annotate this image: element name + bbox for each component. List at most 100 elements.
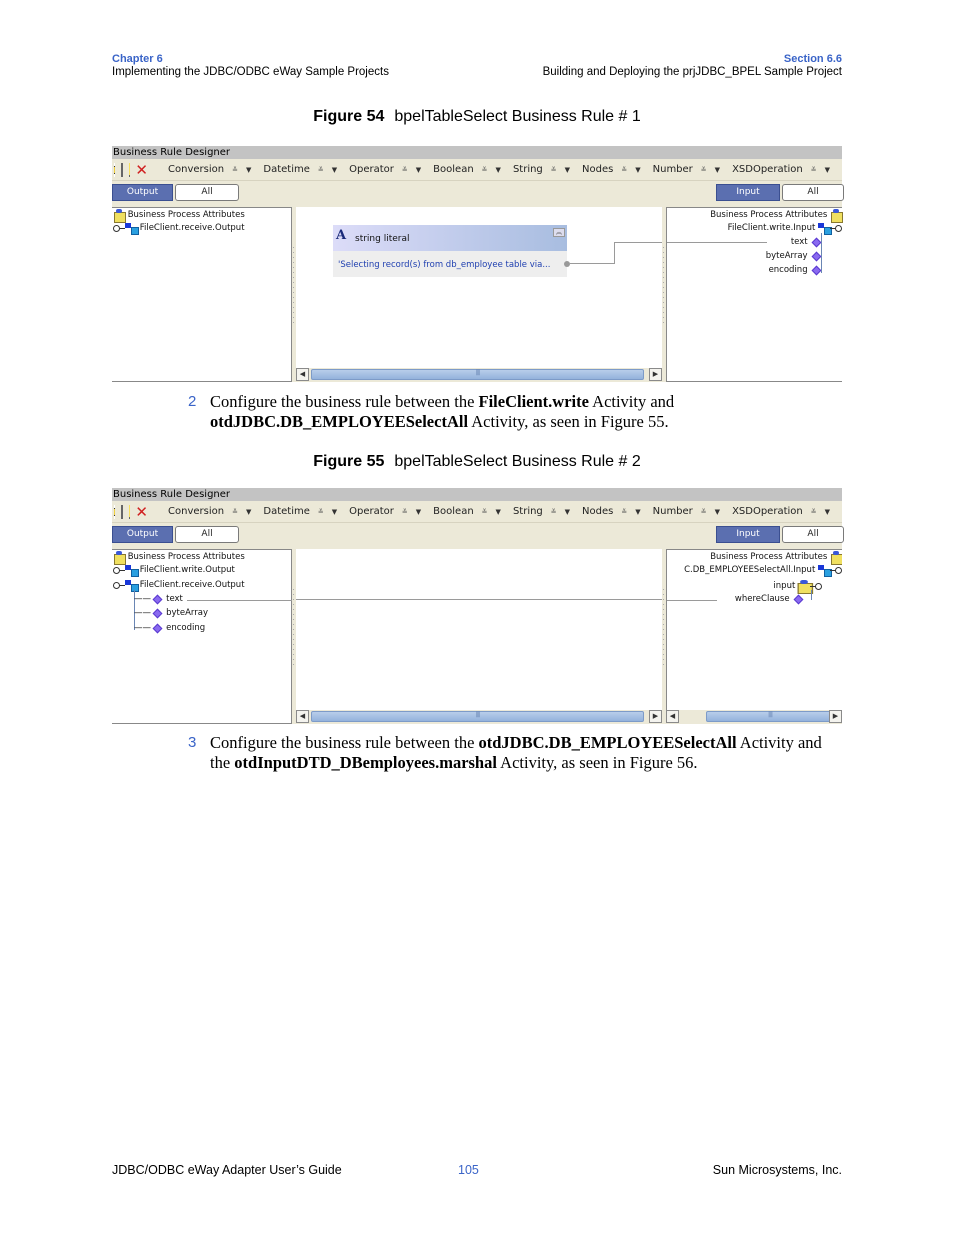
tab-input[interactable]: Input: [716, 184, 780, 201]
menu-boolean[interactable]: Boolean ≚ ▼: [433, 164, 501, 175]
tree-row[interactable]: text: [791, 237, 822, 247]
horizontal-scrollbar[interactable]: ◀ ▶: [296, 710, 662, 723]
attribute-icon: [152, 623, 163, 633]
tree-row[interactable]: encoding: [769, 265, 822, 275]
node-icon: [818, 223, 832, 235]
menu-boolean[interactable]: Boolean ≚ ▼: [433, 506, 501, 517]
menu-string[interactable]: String ≚ ▼: [513, 506, 570, 517]
menu-xsdoperation[interactable]: XSDOperation ≚ ▼: [732, 164, 830, 175]
tree-row[interactable]: whereClause: [735, 594, 804, 604]
menu-nodes[interactable]: Nodes ≚ ▼: [582, 164, 641, 175]
tab-all-right[interactable]: All: [782, 526, 844, 543]
chevron-down-icon: ▼: [331, 507, 338, 516]
node-icon: [125, 565, 139, 577]
chevron-down-icon: ▼: [635, 507, 641, 516]
collapse-icon[interactable]: [128, 504, 130, 519]
delete-icon[interactable]: ✕: [135, 504, 148, 519]
tree-row[interactable]: —— encoding: [134, 623, 205, 633]
tree-row[interactable]: FileClient.receive.Output: [113, 223, 245, 235]
attribute-icon: [793, 594, 804, 604]
scroll-thumb[interactable]: [706, 711, 834, 722]
tree-row[interactable]: Business Process Attributes: [710, 209, 843, 223]
scroll-left-button[interactable]: ◀: [296, 368, 309, 381]
node-icon: [125, 580, 139, 592]
tree-row[interactable]: Business Process Attributes: [113, 551, 245, 565]
mapping-link: [296, 599, 662, 600]
menu-conversion[interactable]: Conversion ≚ ▼: [168, 506, 251, 517]
tree-row[interactable]: input: [773, 580, 822, 594]
tree-row[interactable]: byteArray: [766, 251, 822, 261]
tab-input[interactable]: Input: [716, 526, 780, 543]
menu-operator[interactable]: Operator ≚ ▼: [349, 164, 421, 175]
scroll-thumb[interactable]: [311, 369, 644, 380]
tree-row[interactable]: FileClient.write.Input: [728, 223, 842, 235]
menu-datetime[interactable]: Datetime ≚ ▼: [263, 164, 337, 175]
tree-row[interactable]: C.DB_EMPLOYEESelectAll.Input: [684, 565, 842, 577]
menu-datetime[interactable]: Datetime ≚ ▼: [263, 506, 337, 517]
tree-row[interactable]: FileClient.write.Output: [113, 565, 235, 577]
tab-all-left[interactable]: All: [175, 526, 239, 543]
figure-title: bpelTableSelect Business Rule # 1: [394, 108, 641, 125]
scroll-thumb[interactable]: [311, 711, 644, 722]
mapping-link: [667, 600, 717, 601]
divider: [112, 723, 292, 724]
chevron-down-icon: ▼: [824, 165, 830, 174]
step-3: 3 Configure the business rule between th…: [188, 733, 838, 773]
layout-icon[interactable]: [114, 162, 115, 177]
mapping-canvas[interactable]: [296, 549, 662, 711]
literal-value: 'Selecting record(s) from db_employee ta…: [338, 260, 551, 270]
chevron-down-icon: ▼: [714, 165, 721, 174]
figure-caption: Figure 55 bpelTableSelect Business Rule #…: [0, 453, 954, 471]
tree-row[interactable]: Business Process Attributes: [113, 209, 245, 223]
expand-icon[interactable]: [120, 504, 123, 519]
menu-string[interactable]: String ≚ ▼: [513, 164, 570, 175]
horizontal-scrollbar[interactable]: ◀ ▶: [296, 368, 662, 381]
section-label: Section 6.6: [783, 53, 842, 65]
collapse-icon[interactable]: [128, 162, 130, 177]
output-tree-pane: Business Process Attributes FileClient.r…: [112, 207, 292, 382]
scroll-right-button[interactable]: ▶: [829, 710, 842, 723]
tab-output[interactable]: Output: [112, 526, 173, 543]
tree-row[interactable]: —— byteArray: [134, 608, 208, 618]
horizontal-scrollbar[interactable]: ◀ ▶: [666, 710, 842, 723]
menu-conversion[interactable]: Conversion ≚ ▼: [168, 164, 251, 175]
scroll-left-button[interactable]: ◀: [666, 710, 679, 723]
attribute-icon: [811, 265, 822, 275]
menu-nodes[interactable]: Nodes ≚ ▼: [582, 506, 641, 517]
collapse-icon[interactable]: ︽: [553, 228, 565, 237]
tree-line: [821, 233, 822, 273]
output-port-icon[interactable]: [564, 261, 570, 267]
step-number: 3: [188, 734, 197, 751]
step-number: 2: [188, 393, 197, 410]
designer-title: Business Rule Designer: [112, 488, 842, 501]
tab-all-left[interactable]: All: [175, 184, 239, 201]
menu-number[interactable]: Number ≚ ▼: [653, 164, 720, 175]
delete-icon[interactable]: ✕: [135, 162, 148, 177]
expand-icon[interactable]: [120, 162, 123, 177]
tab-all-right[interactable]: All: [782, 184, 844, 201]
menu-xsdoperation[interactable]: XSDOperation ≚ ▼: [732, 506, 830, 517]
tab-output[interactable]: Output: [112, 184, 173, 201]
scroll-right-button[interactable]: ▶: [649, 710, 662, 723]
step-text: Configure the business rule between the …: [210, 733, 822, 772]
tree-row[interactable]: FileClient.receive.Output: [113, 580, 245, 592]
menu-number[interactable]: Number ≚ ▼: [653, 506, 720, 517]
connector-icon: [830, 566, 842, 574]
attribute-icon: [152, 608, 163, 618]
layout-icon[interactable]: [114, 504, 115, 519]
string-literal-box[interactable]: A string literal ︽ 'Selecting record(s) …: [333, 225, 570, 277]
tree-row[interactable]: —— text: [134, 594, 183, 604]
scroll-left-button[interactable]: ◀: [296, 710, 309, 723]
tree-row[interactable]: Business Process Attributes: [710, 551, 842, 565]
tabs-row: Output All Input All: [112, 523, 844, 543]
chevron-down-icon: ▼: [245, 165, 252, 174]
mapping-canvas[interactable]: A string literal ︽ 'Selecting record(s) …: [296, 207, 662, 369]
business-rule-designer: Business Rule Designer ✕ Conversion ≚ ▼ Da…: [112, 488, 844, 724]
business-process-icon: [830, 551, 842, 565]
menu-operator[interactable]: Operator ≚ ▼: [349, 506, 421, 517]
business-process-icon: [830, 209, 843, 223]
mapping-link: [187, 600, 292, 601]
connector-icon: [113, 224, 125, 232]
figure-title: bpelTableSelect Business Rule # 2: [394, 453, 641, 470]
scroll-right-button[interactable]: ▶: [649, 368, 662, 381]
